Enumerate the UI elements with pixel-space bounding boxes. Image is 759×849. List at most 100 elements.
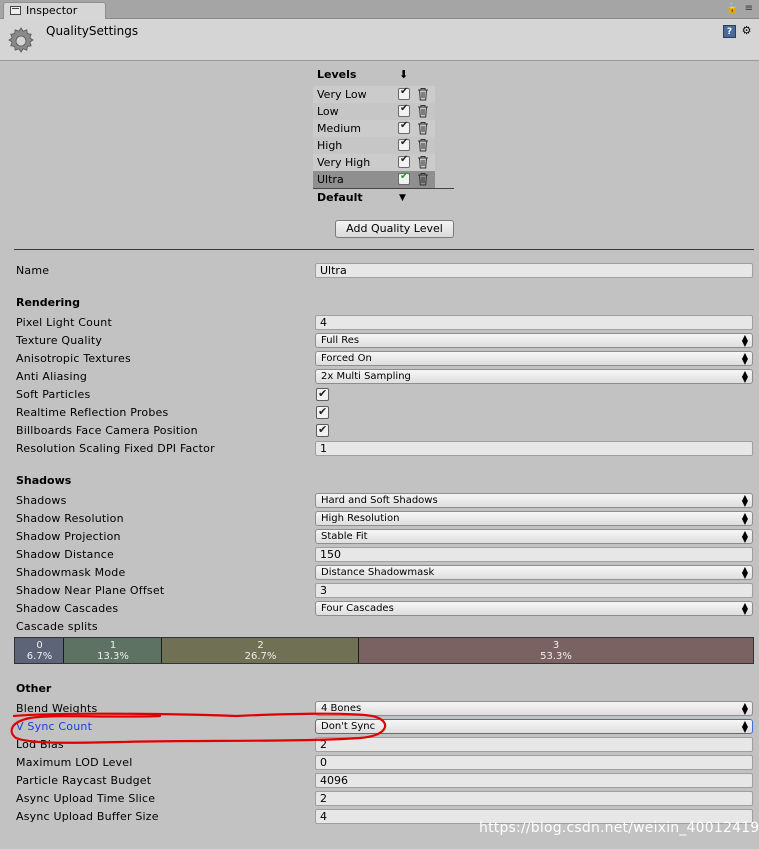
row-soft-particles: Soft Particles: [0, 386, 759, 404]
dropdown-value: 2x Multi Sampling: [321, 371, 411, 382]
dropdown-arrows-icon: ▲ ▼: [741, 701, 748, 716]
level-enabled-checkbox[interactable]: [398, 103, 410, 117]
level-enabled-checkbox[interactable]: [398, 86, 410, 100]
shadow-cascades-dropdown[interactable]: Four Cascades ▲ ▼: [315, 601, 753, 616]
cascade-percent: 26.7%: [244, 651, 277, 662]
dropdown-value: Hard and Soft Shadows: [321, 495, 438, 506]
maximum-lod-level-label: Maximum LOD Level: [16, 756, 133, 769]
add-quality-level-button[interactable]: Add Quality Level: [335, 220, 454, 238]
trash-icon[interactable]: [417, 155, 429, 169]
cascade-segment-3[interactable]: 3 53.3%: [359, 638, 753, 663]
shadow-resolution-label: Shadow Resolution: [16, 512, 124, 525]
rendering-section-header: Rendering: [16, 296, 80, 309]
dropdown-arrows-icon: ▲ ▼: [741, 369, 748, 384]
level-row-low[interactable]: Low: [313, 103, 435, 120]
texture-quality-label: Texture Quality: [16, 334, 103, 347]
row-maximum-lod-level: Maximum LOD Level 0: [0, 754, 759, 772]
other-section-header: Other: [16, 682, 52, 695]
v-sync-count-dropdown[interactable]: Don't Sync ▲ ▼: [315, 719, 753, 734]
particle-raycast-budget-field[interactable]: 4096: [315, 773, 753, 788]
anti-aliasing-dropdown[interactable]: 2x Multi Sampling ▲ ▼: [315, 369, 753, 384]
shadow-projection-dropdown[interactable]: Stable Fit ▲ ▼: [315, 529, 753, 544]
shadowmask-mode-dropdown[interactable]: Distance Shadowmask ▲ ▼: [315, 565, 753, 580]
realtime-reflection-probes-checkbox[interactable]: [316, 405, 329, 419]
anisotropic-textures-dropdown[interactable]: Forced On ▲ ▼: [315, 351, 753, 366]
row-anti-aliasing: Anti Aliasing 2x Multi Sampling ▲ ▼: [0, 368, 759, 386]
row-pixel-light-count: Pixel Light Count 4: [0, 314, 759, 332]
particle-raycast-budget-label: Particle Raycast Budget: [16, 774, 152, 787]
async-upload-time-slice-field[interactable]: 2: [315, 791, 753, 806]
trash-icon[interactable]: [417, 121, 429, 135]
level-enabled-checkbox[interactable]: [398, 120, 410, 134]
row-shadowmask-mode: Shadowmask Mode Distance Shadowmask ▲ ▼: [0, 564, 759, 582]
name-field[interactable]: Ultra: [315, 263, 753, 278]
row-shadows: Shadows Hard and Soft Shadows ▲ ▼: [0, 492, 759, 510]
cascade-splits-label: Cascade splits: [16, 620, 98, 633]
levels-header: Levels: [317, 68, 357, 81]
dropdown-value: High Resolution: [321, 513, 400, 524]
watermark: https://blog.csdn.net/weixin_40012419: [479, 820, 759, 836]
lod-bias-field[interactable]: 2: [315, 737, 753, 752]
level-row-very-low[interactable]: Very Low: [313, 86, 435, 103]
dropdown-value: Distance Shadowmask: [321, 567, 435, 578]
trash-icon[interactable]: [417, 138, 429, 152]
level-row-very-high[interactable]: Very High: [313, 154, 435, 171]
row-resolution-scaling: Resolution Scaling Fixed DPI Factor 1: [0, 440, 759, 458]
menu-icon[interactable]: ≡: [745, 3, 753, 14]
tab-inspector[interactable]: Inspector: [3, 2, 106, 19]
soft-particles-label: Soft Particles: [16, 388, 91, 401]
blend-weights-dropdown[interactable]: 4 Bones ▲ ▼: [315, 701, 753, 716]
soft-particles-checkbox[interactable]: [316, 387, 329, 401]
lock-icon[interactable]: 🔒: [726, 3, 738, 14]
shadow-distance-field[interactable]: 150: [315, 547, 753, 562]
lod-bias-label: Lod Bias: [16, 738, 64, 751]
cascade-segment-1[interactable]: 1 13.3%: [64, 638, 163, 663]
async-upload-time-slice-label: Async Upload Time Slice: [16, 792, 156, 805]
shadow-near-plane-offset-field[interactable]: 3: [315, 583, 753, 598]
row-billboards-face-camera: Billboards Face Camera Position: [0, 422, 759, 440]
cascade-index: 3: [552, 640, 560, 651]
shadow-distance-label: Shadow Distance: [16, 548, 114, 561]
dropdown-arrows-icon: ▲ ▼: [741, 601, 748, 616]
billboards-face-camera-checkbox[interactable]: [316, 423, 329, 437]
trash-icon[interactable]: [417, 87, 429, 101]
shadow-resolution-dropdown[interactable]: High Resolution ▲ ▼: [315, 511, 753, 526]
row-v-sync-count: V Sync Count Don't Sync ▲ ▼: [0, 718, 759, 736]
cascade-splits-bar[interactable]: 0 6.7% 1 13.3% 2 26.7% 3 53.3%: [14, 637, 754, 664]
billboards-face-camera-label: Billboards Face Camera Position: [16, 424, 198, 437]
help-icon[interactable]: ?: [723, 25, 736, 38]
level-row-high[interactable]: High: [313, 137, 435, 154]
texture-quality-dropdown[interactable]: Full Res ▲ ▼: [315, 333, 753, 348]
level-row-ultra[interactable]: Ultra: [313, 171, 435, 188]
row-shadow-projection: Shadow Projection Stable Fit ▲ ▼: [0, 528, 759, 546]
row-lod-bias: Lod Bias 2: [0, 736, 759, 754]
row-realtime-reflection-probes: Realtime Reflection Probes: [0, 404, 759, 422]
shadows-dropdown[interactable]: Hard and Soft Shadows ▲ ▼: [315, 493, 753, 508]
trash-icon[interactable]: [417, 172, 429, 186]
level-name: Very High: [317, 156, 371, 169]
pixel-light-count-field[interactable]: 4: [315, 315, 753, 330]
default-dropdown-arrow-icon[interactable]: ▼: [399, 193, 406, 203]
settings-gear-icon[interactable]: ⚙: [740, 24, 753, 37]
level-row-medium[interactable]: Medium: [313, 120, 435, 137]
resolution-scaling-label: Resolution Scaling Fixed DPI Factor: [16, 442, 215, 455]
dropdown-value: Forced On: [321, 353, 372, 364]
shadow-near-plane-offset-label: Shadow Near Plane Offset: [16, 584, 165, 597]
level-enabled-checkbox[interactable]: [398, 137, 410, 151]
cascade-percent: 53.3%: [540, 651, 572, 662]
maximum-lod-level-field[interactable]: 0: [315, 755, 753, 770]
trash-icon[interactable]: [417, 104, 429, 118]
dropdown-arrows-icon: ▲ ▼: [741, 493, 748, 508]
level-name: High: [317, 139, 343, 152]
level-enabled-checkbox[interactable]: [398, 171, 410, 185]
inspector-header: QualitySettings ? ⚙: [0, 19, 759, 61]
inspector-icon: [10, 6, 21, 15]
cascade-index: 0: [36, 640, 43, 651]
resolution-scaling-field[interactable]: 1: [315, 441, 753, 456]
row-blend-weights: Blend Weights 4 Bones ▲ ▼: [0, 700, 759, 718]
level-enabled-checkbox[interactable]: [398, 154, 410, 168]
cascade-segment-2[interactable]: 2 26.7%: [162, 638, 360, 663]
row-shadow-cascades: Shadow Cascades Four Cascades ▲ ▼: [0, 600, 759, 618]
dropdown-value: Don't Sync: [321, 721, 376, 732]
cascade-segment-0[interactable]: 0 6.7%: [15, 638, 65, 663]
